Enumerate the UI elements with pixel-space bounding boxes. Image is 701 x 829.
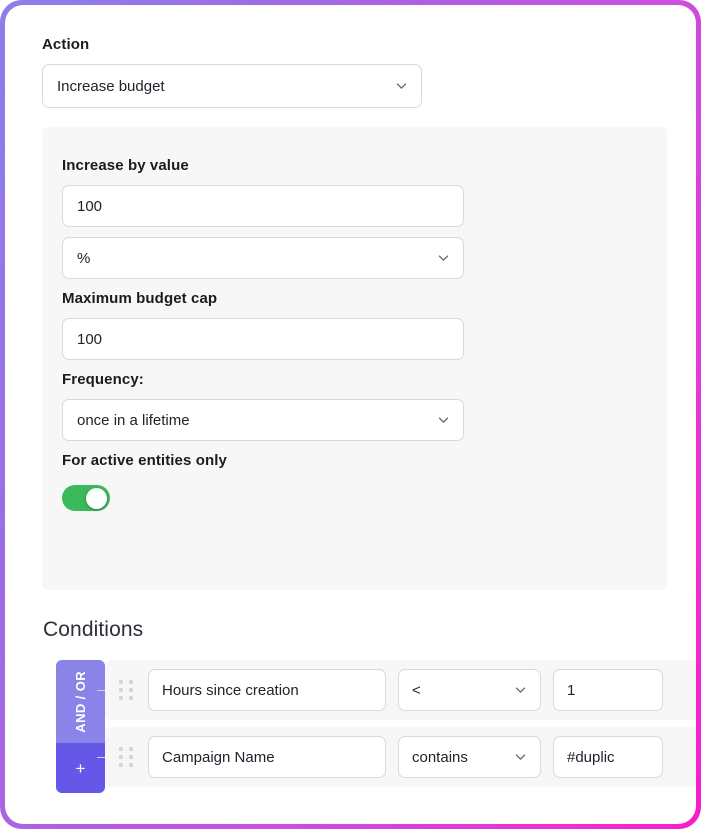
active-entities-toggle-wrap <box>62 485 464 511</box>
card-inner: Action Increase budget Increase by value… <box>5 5 696 824</box>
automation-rule-card: Action Increase budget Increase by value… <box>0 0 701 829</box>
chevron-down-icon <box>437 252 450 265</box>
condition-value-text: #duplic <box>567 748 615 766</box>
condition-rows: Hours since creation < 1 Campaign Name c… <box>97 660 696 794</box>
action-select-value: Increase budget <box>57 77 165 95</box>
row-connector-line <box>97 690 105 691</box>
increase-by-value-input[interactable]: 100 <box>62 185 464 227</box>
increase-by-unit-select[interactable]: % <box>62 237 464 279</box>
action-settings-panel: Increase by value 100 % Maximum budget c… <box>42 127 667 590</box>
action-section: Action Increase budget <box>42 35 422 108</box>
action-select[interactable]: Increase budget <box>42 64 422 108</box>
increase-by-value-group: Increase by value 100 % <box>62 156 464 279</box>
active-entities-group: For active entities only <box>62 451 464 511</box>
frequency-label: Frequency: <box>62 371 144 388</box>
table-row: Campaign Name contains #duplic <box>97 727 696 787</box>
maximum-budget-cap-group: Maximum budget cap 100 <box>62 289 464 360</box>
conditions-logic-column: AND / OR + <box>56 660 105 793</box>
conditions-section: AND / OR + Hours since creation < 1 Camp… <box>56 660 696 795</box>
condition-operator-select[interactable]: < <box>398 669 541 711</box>
chevron-down-icon <box>395 80 408 93</box>
and-or-toggle-button[interactable]: AND / OR <box>56 660 105 743</box>
condition-attribute-select[interactable]: Hours since creation <box>148 669 386 711</box>
table-row: Hours since creation < 1 <box>97 660 696 720</box>
chevron-down-icon <box>514 751 527 764</box>
active-entities-label: For active entities only <box>62 452 227 469</box>
conditions-heading: Conditions <box>43 618 144 641</box>
drag-handle-icon[interactable] <box>119 679 137 701</box>
condition-attribute-value: Hours since creation <box>162 681 299 699</box>
increase-by-value-text: 100 <box>77 197 103 215</box>
toggle-knob <box>86 488 107 509</box>
frequency-select[interactable]: once in a lifetime <box>62 399 464 441</box>
increase-by-value-label: Increase by value <box>62 157 189 174</box>
condition-attribute-select[interactable]: Campaign Name <box>148 736 386 778</box>
add-condition-label: + <box>75 758 86 778</box>
condition-attribute-value: Campaign Name <box>162 748 275 766</box>
frequency-group: Frequency: once in a lifetime <box>62 370 464 441</box>
increase-by-unit-value: % <box>77 249 91 267</box>
chevron-down-icon <box>514 684 527 697</box>
maximum-budget-cap-label: Maximum budget cap <box>62 290 218 307</box>
condition-value-input[interactable]: 1 <box>553 669 663 711</box>
maximum-budget-cap-value: 100 <box>77 330 103 348</box>
condition-value-input[interactable]: #duplic <box>553 736 663 778</box>
chevron-down-icon <box>437 414 450 427</box>
add-condition-button[interactable]: + <box>56 743 105 793</box>
frequency-value: once in a lifetime <box>77 411 190 429</box>
row-connector-line <box>97 757 105 758</box>
condition-operator-value: contains <box>412 748 468 766</box>
condition-operator-select[interactable]: contains <box>398 736 541 778</box>
action-label: Action <box>42 36 90 53</box>
and-or-toggle-label: AND / OR <box>73 670 88 733</box>
maximum-budget-cap-input[interactable]: 100 <box>62 318 464 360</box>
active-entities-toggle[interactable] <box>62 485 110 511</box>
condition-operator-value: < <box>412 681 421 699</box>
drag-handle-icon[interactable] <box>119 746 137 768</box>
condition-value-text: 1 <box>567 681 576 699</box>
